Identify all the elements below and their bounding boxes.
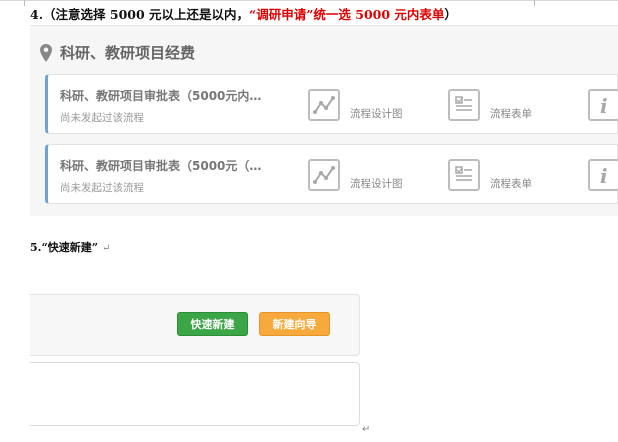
process-card[interactable]: 科研、教研项目审批表（5000元内… 尚未发起过该流程 流程设计图 流程表单 i <box>45 74 618 134</box>
form-icon[interactable] <box>448 89 480 121</box>
info-icon[interactable]: i <box>588 159 618 191</box>
chart-line-icon[interactable] <box>308 89 340 121</box>
info-icon[interactable]: i <box>588 89 618 121</box>
content-area[interactable] <box>30 362 360 426</box>
svg-text:i: i <box>600 94 608 118</box>
form-icon[interactable] <box>448 159 480 191</box>
process-status: 尚未发起过该流程 <box>60 112 144 124</box>
flow-form-link[interactable]: 流程表单 <box>490 106 532 121</box>
flow-design-link[interactable]: 流程设计图 <box>350 176 403 191</box>
heading-5-text: 5.“快速新建” <box>30 241 99 254</box>
top-rule <box>0 0 618 1</box>
panel-title: 科研、教研项目经费 <box>60 44 196 62</box>
heading-4-prefix: 4.（注意选择 5000 元以上还是以内， <box>30 7 250 22</box>
new-wizard-button[interactable]: 新建向导 <box>259 312 330 336</box>
location-pin-icon <box>40 44 52 62</box>
margin-mark <box>534 0 535 6</box>
heading-4: 4.（注意选择 5000 元以上还是以内，“调研申请”统一选 5000 元内表单… <box>30 4 457 23</box>
svg-text:i: i <box>600 164 608 188</box>
margin-mark <box>24 0 25 6</box>
process-title[interactable]: 科研、教研项目审批表（5000元内… <box>60 87 261 104</box>
chart-line-icon[interactable] <box>308 159 340 191</box>
heading-5: 5.“快速新建” ↵ <box>30 239 110 255</box>
flow-form-link[interactable]: 流程表单 <box>490 176 532 191</box>
paragraph-mark: ↵ <box>101 243 111 254</box>
quick-new-button[interactable]: 快速新建 <box>177 312 248 336</box>
heading-4-suffix: ） <box>444 7 457 22</box>
paragraph-mark: ↵ <box>362 424 371 435</box>
process-title[interactable]: 科研、教研项目审批表（5000元（… <box>60 157 261 174</box>
process-status: 尚未发起过该流程 <box>60 182 144 194</box>
process-card[interactable]: 科研、教研项目审批表（5000元（… 尚未发起过该流程 流程设计图 流程表单 i <box>45 144 618 204</box>
heading-4-highlight: “调研申请”统一选 5000 元内表单 <box>249 7 445 22</box>
flow-design-link[interactable]: 流程设计图 <box>350 106 403 121</box>
